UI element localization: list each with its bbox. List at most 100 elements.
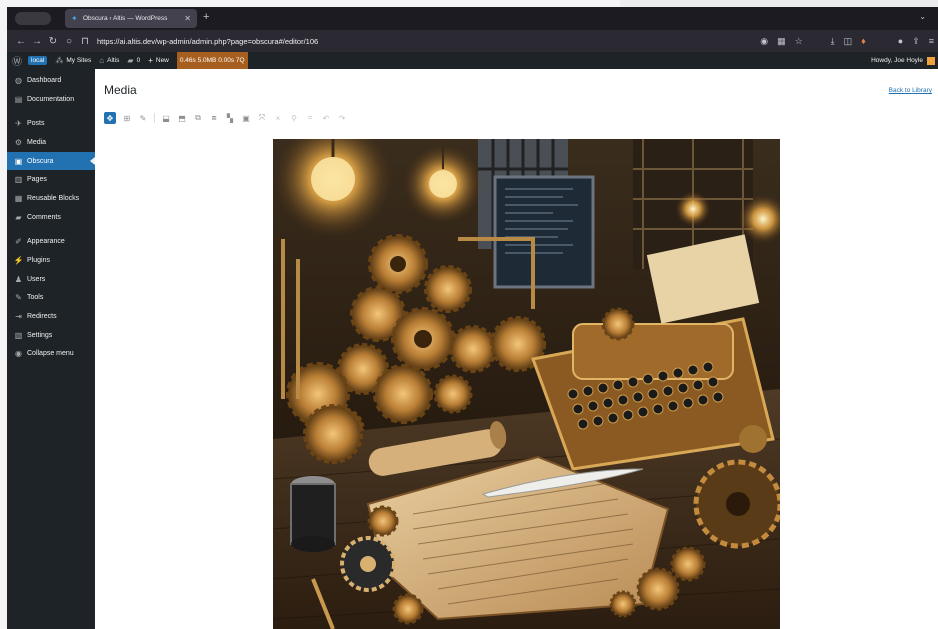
sites-icon: ⁂ <box>55 56 64 65</box>
toolbar-divider <box>154 113 155 123</box>
sidebar-item-label: Obscura <box>27 157 54 165</box>
grid-icon[interactable]: ▦ <box>777 36 786 47</box>
editor-toolbar: ✥ ⊞ ✎ ⬓ ⬒ ⧉ ⧈ ▚ ▣ ⤧ × ⚲ ⌗ ↶ ↷ <box>104 111 347 125</box>
image-icon[interactable]: ▣ <box>241 113 251 123</box>
howdy-label: Howdy, Joe Hoyle <box>871 57 923 64</box>
sidebar-item-media[interactable]: ⚙ Media <box>7 133 95 152</box>
sidebar-item-dashboard[interactable]: ◍ Dashboard <box>7 71 95 90</box>
pin-icon: ✈ <box>15 119 22 129</box>
comment-bubble-icon: ▰ <box>127 56 134 65</box>
tab-strip: ✦ Obscura ‹ Altis — WordPress ✕ + ⌄ <box>7 7 938 30</box>
media-icon: ⚙ <box>14 137 23 147</box>
ungroup-icon[interactable]: ⧈ <box>209 113 219 123</box>
browser-window: ✦ Obscura ‹ Altis — WordPress ✕ + ⌄ ← → … <box>7 7 938 629</box>
sidebar-item-tools[interactable]: ✎ Tools <box>7 289 95 308</box>
menu-icon[interactable]: ≡ <box>929 36 934 46</box>
extension-icon[interactable]: ◉ <box>760 36 768 47</box>
plug-icon: ⚡ <box>13 256 24 266</box>
site-name-label: Altis <box>107 57 120 64</box>
expand-icon[interactable]: ⤧ <box>257 113 267 123</box>
undo-icon[interactable]: ↶ <box>321 113 331 123</box>
navigation-bar: ← → ↻ ○ ⊓ https://ai.altis.dev/wp-admin/… <box>7 30 938 52</box>
settings-icon: ▧ <box>14 330 23 340</box>
blocks-icon: ▦ <box>14 193 23 203</box>
share-icon[interactable]: ⇪ <box>912 36 920 47</box>
close-tool-icon[interactable]: × <box>273 113 283 123</box>
reload-icon[interactable]: ↻ <box>45 36 61 47</box>
account-menu[interactable]: Howdy, Joe Hoyle <box>871 52 935 69</box>
sidebar-icon[interactable]: ◫ <box>844 36 853 47</box>
sidebar-item-plugins[interactable]: ⚡ Plugins <box>7 251 95 270</box>
forward-icon[interactable]: → <box>29 36 45 47</box>
sidebar-item-users[interactable]: ♟ Users <box>7 270 95 289</box>
url-field[interactable]: https://ai.altis.dev/wp-admin/admin.php?… <box>97 37 318 46</box>
new-content-menu[interactable]: + New <box>148 56 169 65</box>
lock-icon: ⊓ <box>81 35 89 47</box>
my-sites-menu[interactable]: ⁂ My Sites <box>55 56 91 65</box>
comment-icon: ▰ <box>15 212 22 222</box>
back-icon[interactable]: ← <box>13 36 29 47</box>
sidebar-item-label: Comments <box>27 213 61 221</box>
sidebar-item-obscura[interactable]: ▣ Obscura <box>7 151 95 171</box>
pin-tool-icon[interactable]: ⚲ <box>289 113 299 123</box>
sidebar-item-comments[interactable]: ▰ Comments <box>7 208 95 227</box>
sidebar-item-label: Redirects <box>27 313 57 321</box>
sidebar-item-label: Media <box>27 138 47 146</box>
wordpress-favicon-icon: ✦ <box>71 13 78 23</box>
sidebar-item-label: Reusable Blocks <box>27 194 80 202</box>
comments-menu[interactable]: ▰ 0 <box>127 56 140 65</box>
window-margin-left <box>0 0 7 629</box>
home-icon: ⌂ <box>99 56 105 65</box>
sidebar-item-pages[interactable]: ▥ Pages <box>7 170 95 189</box>
site-name-menu[interactable]: ⌂ Altis <box>99 56 119 65</box>
environment-badge[interactable]: local <box>28 56 48 65</box>
sidebar-item-posts[interactable]: ✈ Posts <box>7 114 95 133</box>
browser-tab[interactable]: ✦ Obscura ‹ Altis — WordPress ✕ <box>65 9 197 28</box>
crop-icon[interactable]: ⌗ <box>305 113 315 123</box>
sidebar-item-documentation[interactable]: ▤ Documentation <box>7 90 95 109</box>
redo-icon[interactable]: ↷ <box>337 113 347 123</box>
group-icon[interactable]: ⧉ <box>193 113 203 123</box>
dashboard-icon: ◍ <box>15 75 22 85</box>
sidebar-item-label: Documentation <box>27 95 75 103</box>
sidebar-item-appearance[interactable]: ✐ Appearance <box>7 233 95 252</box>
new-label: New <box>155 57 169 64</box>
window-controls[interactable] <box>15 12 51 25</box>
align-top-icon[interactable]: ⬓ <box>161 113 171 123</box>
shield-icon[interactable]: ○ <box>61 36 77 47</box>
wordpress-logo-icon[interactable]: Ⓦ <box>12 53 22 68</box>
query-monitor-badge[interactable]: 0.46s 5.0MB 0.00s 7Q <box>176 52 248 69</box>
grid-tool-icon[interactable]: ⊞ <box>122 113 132 123</box>
pages-icon: ▥ <box>14 175 23 185</box>
sidebar-item-label: Tools <box>27 294 44 302</box>
documentation-icon: ▤ <box>14 94 23 104</box>
sidebar-item-reusable-blocks[interactable]: ▦ Reusable Blocks <box>7 189 95 208</box>
my-sites-label: My Sites <box>66 57 92 64</box>
sidebar-item-settings[interactable]: ▧ Settings <box>7 326 95 345</box>
sidebar-item-label: Plugins <box>27 257 50 265</box>
sidebar-item-label: Pages <box>27 176 47 184</box>
layers-icon[interactable]: ▚ <box>225 113 235 123</box>
comments-count: 0 <box>136 57 141 64</box>
redirect-icon: ⇥ <box>15 312 22 322</box>
sidebar-item-collapse-menu[interactable]: ◉ Collapse menu <box>7 345 95 364</box>
collapse-icon: ◉ <box>15 349 22 359</box>
tab-title: Obscura ‹ Altis — WordPress <box>83 15 168 22</box>
download-icon[interactable]: ⤓ <box>831 36 835 47</box>
account-icon[interactable]: ● <box>898 36 903 46</box>
sidebar-item-label: Dashboard <box>27 76 62 84</box>
bookmark-star-icon[interactable]: ☆ <box>795 36 803 47</box>
close-tab-icon[interactable]: ✕ <box>184 14 191 23</box>
editor-image-canvas[interactable] <box>273 139 780 629</box>
align-center-icon[interactable]: ⬒ <box>177 113 187 123</box>
pencil-tool-icon[interactable]: ✎ <box>138 113 148 123</box>
move-tool-icon[interactable]: ✥ <box>104 112 116 124</box>
new-tab-icon[interactable]: + <box>203 11 209 23</box>
wrench-icon: ✎ <box>15 293 22 303</box>
back-to-library-link[interactable]: Back to Library <box>889 87 932 94</box>
sidebar-item-label: Settings <box>27 331 53 339</box>
extension-puzzle-icon[interactable]: ♦ <box>861 36 866 46</box>
sidebar-item-label: Users <box>27 275 46 283</box>
sidebar-item-redirects[interactable]: ⇥ Redirects <box>7 307 95 326</box>
tab-list-chevron-icon[interactable]: ⌄ <box>919 12 926 21</box>
